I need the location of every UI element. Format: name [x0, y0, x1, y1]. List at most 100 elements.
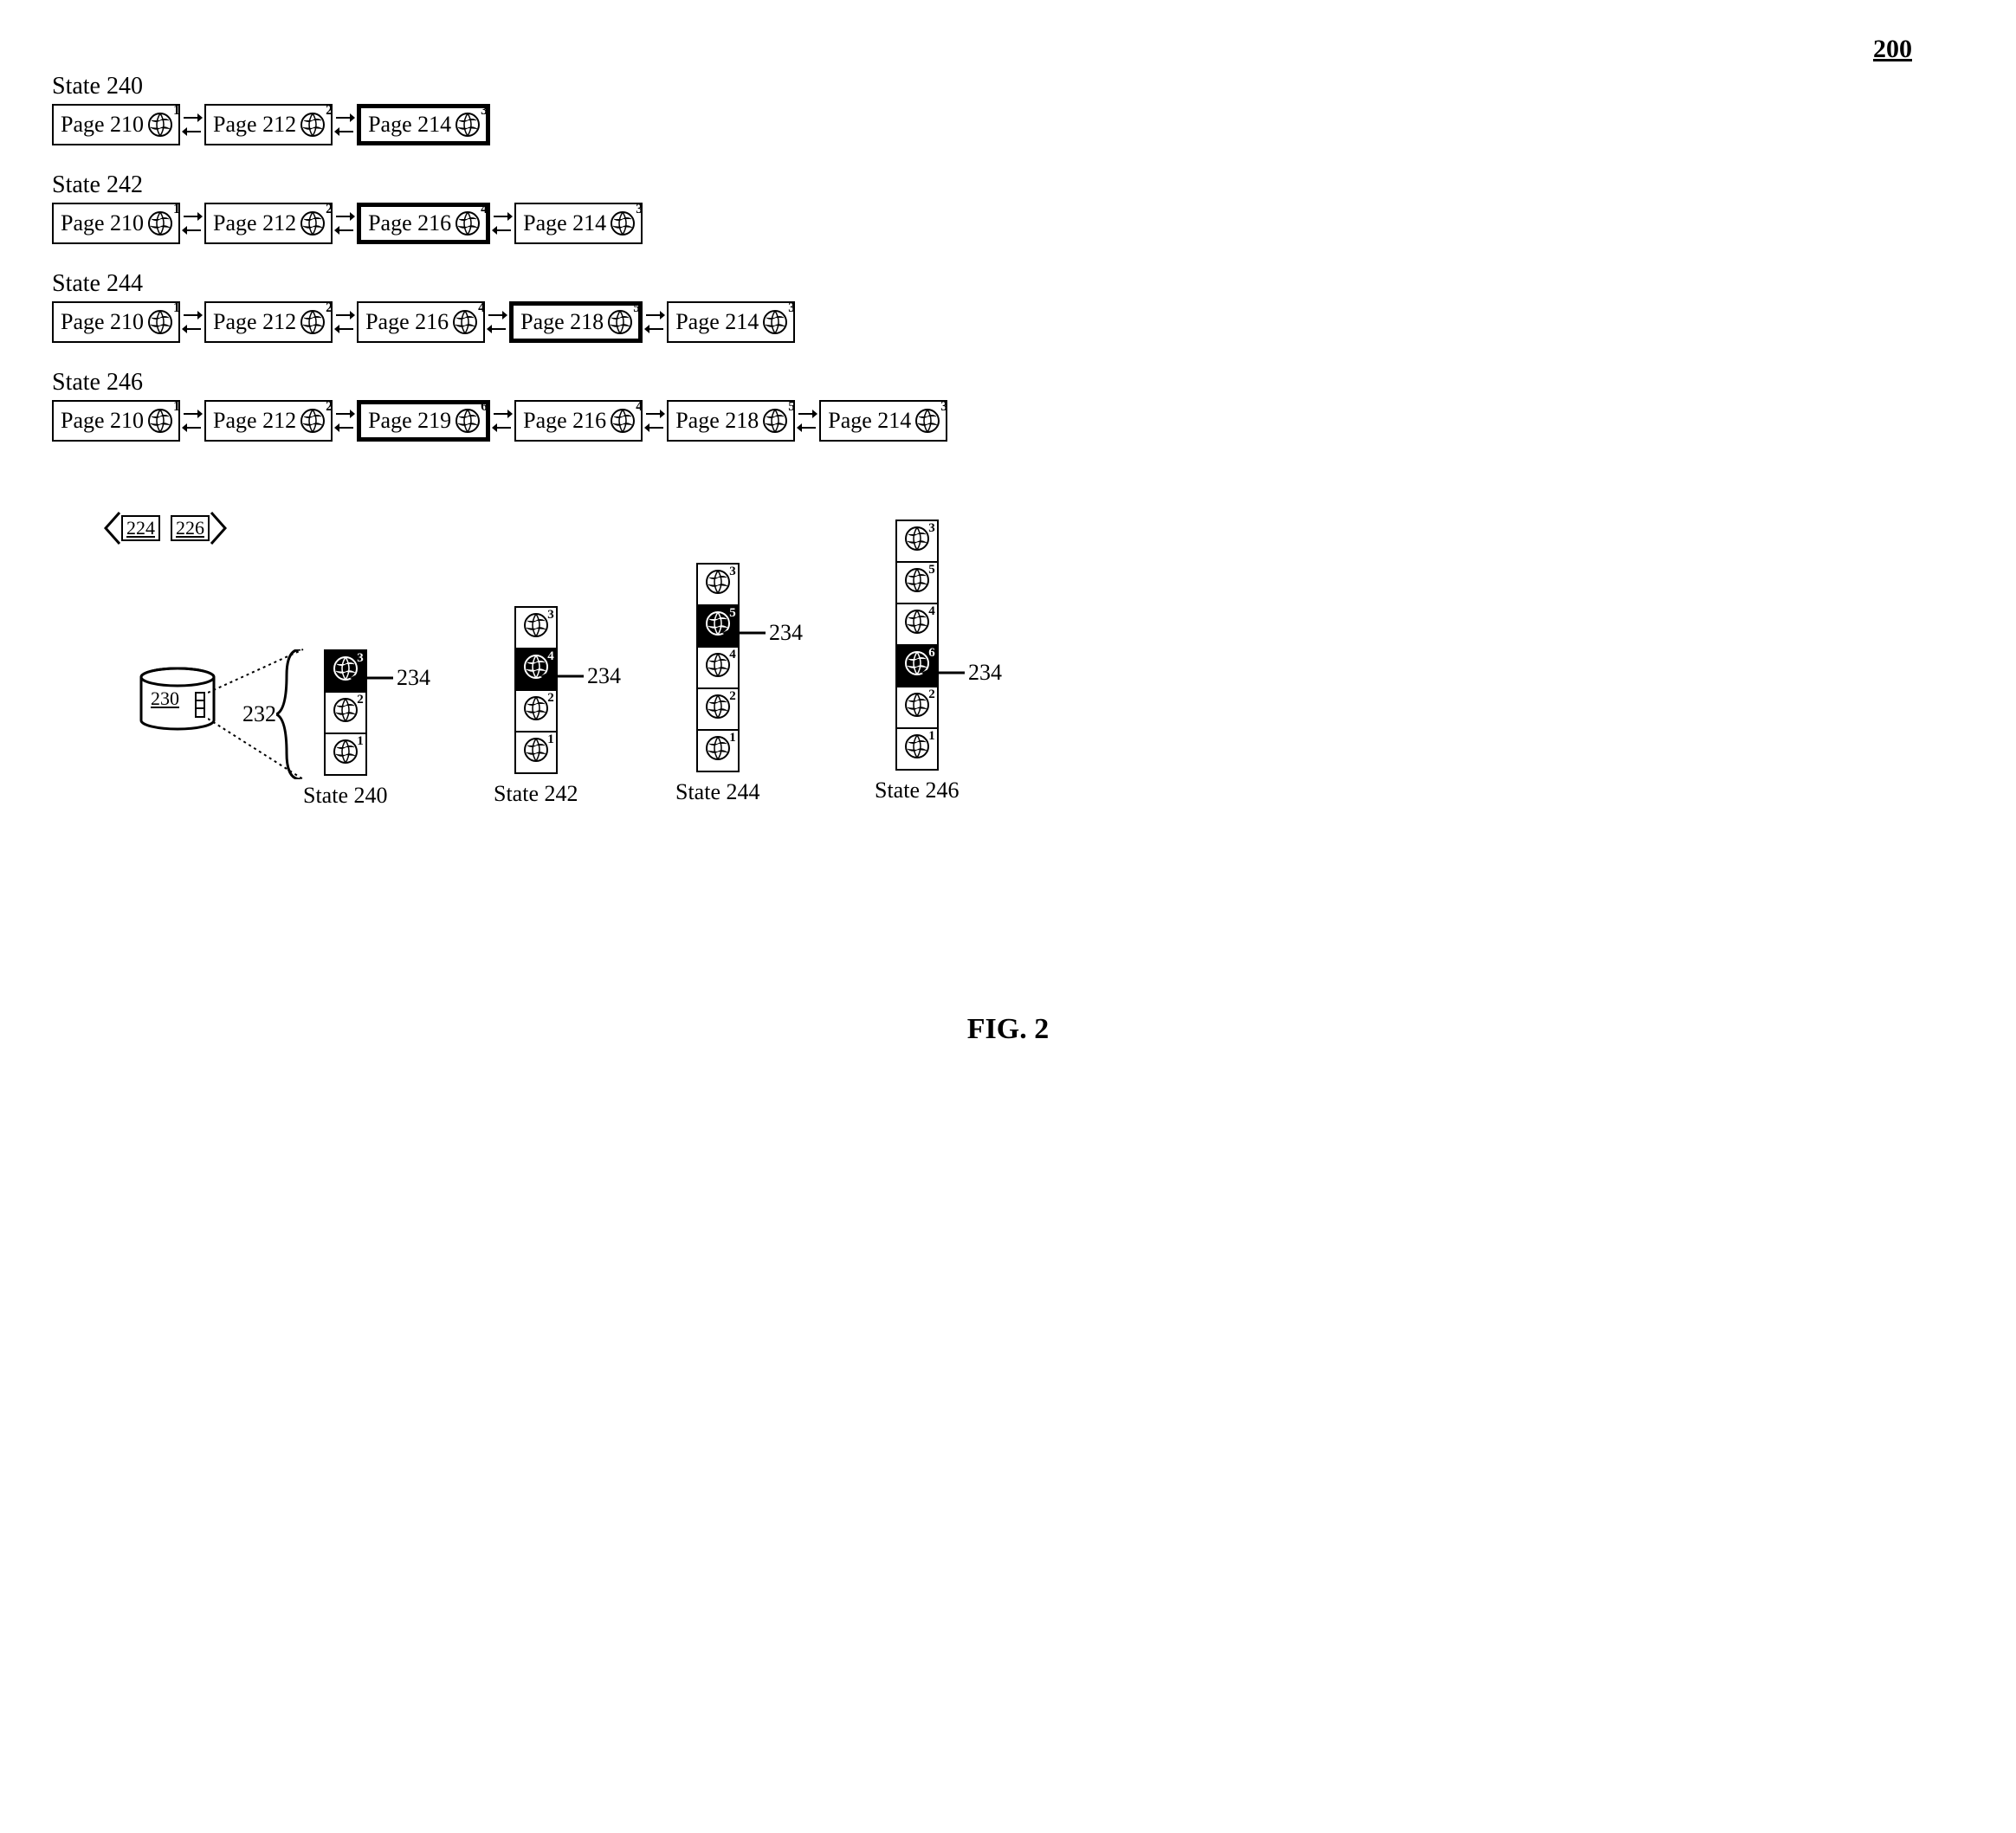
- stack-label: State 240: [303, 783, 388, 809]
- globe-icon: 2: [300, 408, 326, 434]
- globe-icon: [523, 695, 549, 727]
- page-text: Page 218: [520, 309, 604, 335]
- back-arrow: 224: [104, 511, 160, 545]
- page-superscript: 3: [636, 202, 643, 217]
- page-box: Page 214 3: [357, 104, 490, 145]
- page-box: Page 210 1: [52, 203, 180, 244]
- globe-icon: 3: [610, 210, 636, 236]
- page-superscript: 2: [326, 300, 333, 316]
- stack-cell: 4: [895, 603, 939, 646]
- pointer-234: 234: [722, 620, 803, 646]
- figure-caption: FIG. 2: [52, 1013, 1964, 1046]
- globe-icon: 4: [452, 309, 478, 335]
- double-arrow-icon: [795, 409, 819, 433]
- nav-arrows: 224 226: [104, 511, 227, 545]
- stack-cell: 3: [696, 563, 740, 606]
- globe-icon: 2: [300, 210, 326, 236]
- double-arrow-icon: [180, 113, 204, 137]
- page-superscript: 2: [326, 399, 333, 415]
- globe-icon: [904, 692, 930, 724]
- globe-icon: 1: [147, 408, 173, 434]
- pointer-label: 234: [769, 620, 803, 646]
- cell-superscript: 1: [729, 731, 736, 745]
- database-label: 230: [151, 687, 179, 710]
- page-text: Page 212: [213, 408, 296, 434]
- state-label: State 244: [52, 270, 1964, 298]
- state-row: State 242Page 210 1 Page 212 2 Page 216 …: [52, 171, 1964, 244]
- page-text: Page 210: [61, 309, 144, 335]
- globe-icon: 6: [455, 408, 481, 434]
- page-box: Page 214 3: [667, 301, 795, 343]
- double-arrow-icon: [485, 310, 509, 334]
- globe-icon: 4: [455, 210, 481, 236]
- page-box: Page 210 1: [52, 301, 180, 343]
- page-text: Page 212: [213, 112, 296, 138]
- double-arrow-icon: [180, 310, 204, 334]
- page-box: Page 218 5: [509, 301, 643, 343]
- globe-icon: [523, 612, 549, 644]
- globe-icon: [705, 569, 731, 601]
- pointer-label: 234: [968, 660, 1002, 686]
- globe-icon: [705, 694, 731, 726]
- page-chain: Page 210 1 Page 212 2 Page 214 3: [52, 104, 1964, 145]
- page-superscript: 5: [633, 300, 640, 316]
- page-text: Page 216: [365, 309, 449, 335]
- page-box: Page 212 2: [204, 400, 333, 442]
- page-text: Page 214: [828, 408, 911, 434]
- brace-232: 232: [242, 649, 302, 779]
- stack: 3 5 4 6 2 1: [895, 520, 939, 771]
- cell-superscript: 2: [357, 693, 364, 707]
- state-label: State 242: [52, 171, 1964, 199]
- double-arrow-icon: [180, 211, 204, 236]
- page-superscript: 1: [173, 300, 180, 316]
- lower-section: 224 226 230 232 3 2: [52, 511, 1964, 961]
- page-text: Page 212: [213, 309, 296, 335]
- page-text: Page 214: [675, 309, 759, 335]
- cell-superscript: 3: [928, 521, 935, 536]
- stack-cell: 4: [696, 646, 740, 689]
- cell-superscript: 3: [729, 565, 736, 579]
- globe-icon: 4: [610, 408, 636, 434]
- globe-icon: 1: [147, 112, 173, 138]
- page-superscript: 3: [940, 399, 947, 415]
- globe-icon: 1: [147, 210, 173, 236]
- page-box: Page 216 4: [357, 203, 490, 244]
- globe-icon: [904, 609, 930, 641]
- double-arrow-icon: [490, 211, 514, 236]
- globe-icon: 2: [300, 309, 326, 335]
- page-text: Page 210: [61, 408, 144, 434]
- double-arrow-icon: [643, 310, 667, 334]
- pointer-label: 234: [397, 665, 430, 691]
- page-box: Page 214 3: [819, 400, 947, 442]
- stack-cell: 3: [895, 520, 939, 563]
- stack-group: 3 5 4 2 1State 244: [675, 563, 760, 805]
- double-arrow-icon: [490, 409, 514, 433]
- cell-superscript: 5: [729, 606, 736, 621]
- double-arrow-icon: [333, 409, 357, 433]
- page-box: Page 214 3: [514, 203, 643, 244]
- globe-icon: 2: [300, 112, 326, 138]
- page-superscript: 1: [173, 202, 180, 217]
- page-box: Page 219 6: [357, 400, 490, 442]
- stack-group: 3 4 2 1State 242: [494, 606, 578, 807]
- page-chain: Page 210 1 Page 212 2 Page 219 6 Page 21…: [52, 400, 1964, 442]
- cell-superscript: 1: [357, 734, 364, 749]
- globe-icon: [523, 737, 549, 769]
- globe-icon: [333, 739, 359, 771]
- stack-cell: 2: [696, 687, 740, 731]
- globe-icon: 3: [762, 309, 788, 335]
- page-superscript: 4: [481, 202, 488, 217]
- page-box: Page 212 2: [204, 301, 333, 343]
- page-superscript: 1: [173, 399, 180, 415]
- page-box: Page 216 4: [357, 301, 485, 343]
- forward-label: 226: [171, 515, 210, 541]
- forward-arrow: 226: [171, 511, 227, 545]
- page-text: Page 210: [61, 210, 144, 236]
- state-rows-container: State 240Page 210 1 Page 212 2 Page 214 …: [52, 73, 1964, 442]
- state-row: State 246Page 210 1 Page 212 2 Page 219 …: [52, 369, 1964, 442]
- cell-superscript: 2: [928, 687, 935, 702]
- stack-label: State 246: [875, 778, 960, 804]
- chevron-left-icon: [104, 511, 121, 545]
- globe-icon: 5: [762, 408, 788, 434]
- double-arrow-icon: [333, 211, 357, 236]
